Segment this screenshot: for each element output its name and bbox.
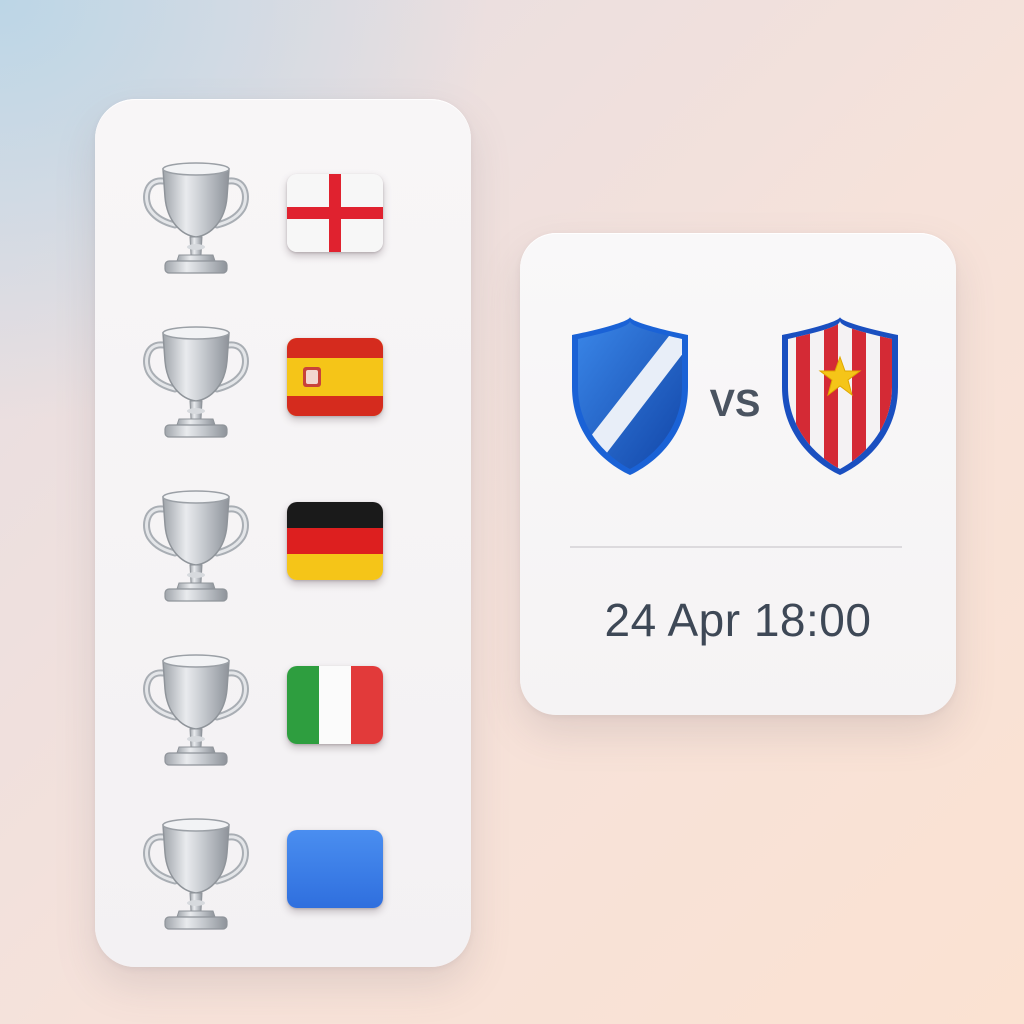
trophy-icon[interactable] [141,485,251,610]
trophy-icon[interactable] [141,649,251,774]
league-row-blue[interactable] [95,813,471,943]
germany-flag[interactable] [287,502,383,580]
spain-flag[interactable] [287,338,383,416]
trophy-icon[interactable] [141,157,251,282]
blue-flag[interactable] [287,830,383,908]
england-flag[interactable] [287,174,383,252]
league-row-germany[interactable] [95,485,471,615]
match-card[interactable]: VS 24 Apr 18:00 [520,233,956,715]
trophy-icon[interactable] [141,321,251,446]
league-list-panel [95,99,471,967]
italy-flag[interactable] [287,666,383,744]
card-divider [570,546,902,548]
league-row-england[interactable] [95,157,471,287]
trophy-icon[interactable] [141,813,251,938]
red-white-striped-star-shield-icon [774,317,906,477]
versus-label: VS [709,383,761,425]
league-row-spain[interactable] [95,321,471,451]
blue-white-diagonal-shield-icon [564,317,696,477]
match-datetime: 24 Apr 18:00 [604,594,872,646]
league-row-italy[interactable] [95,649,471,779]
